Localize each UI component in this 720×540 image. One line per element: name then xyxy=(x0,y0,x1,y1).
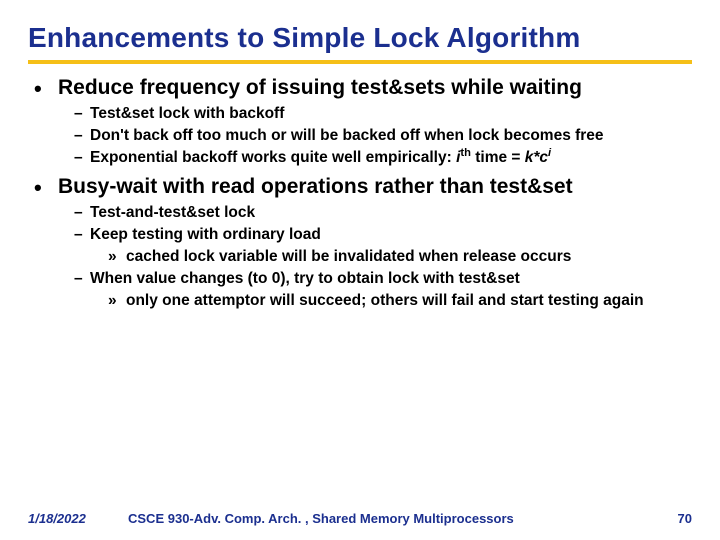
bullet-2-sub-2-detail-1: cached lock variable will be invalidated… xyxy=(108,248,692,267)
slide-title: Enhancements to Simple Lock Algorithm xyxy=(28,22,692,54)
slide: Enhancements to Simple Lock Algorithm Re… xyxy=(0,0,720,540)
superscript-i: i xyxy=(548,146,551,158)
bullet-1-sub-3: Exponential backoff works quite well emp… xyxy=(74,149,692,168)
slide-body: Reduce frequency of issuing test&sets wh… xyxy=(28,76,692,311)
text: time = xyxy=(471,149,525,166)
bullet-1-sub-1: Test&set lock with backoff xyxy=(74,105,692,124)
footer-course: CSCE 930-Adv. Comp. Arch. , Shared Memor… xyxy=(128,511,652,526)
footer-date: 1/18/2022 xyxy=(28,511,128,526)
bullet-2-sub-3: When value changes (to 0), try to obtain… xyxy=(74,270,692,289)
bullet-1-sub-2: Don't back off too much or will be backe… xyxy=(74,127,692,146)
bullet-2-sub-3-detail-1: only one attemptor will succeed; others … xyxy=(108,292,692,311)
superscript-th: th xyxy=(460,146,471,158)
title-underline xyxy=(28,60,692,64)
text: Exponential backoff works quite well emp… xyxy=(90,149,456,166)
bullet-2-sub-2: Keep testing with ordinary load xyxy=(74,226,692,245)
bullet-2: Busy-wait with read operations rather th… xyxy=(32,175,692,200)
footer: 1/18/2022 CSCE 930-Adv. Comp. Arch. , Sh… xyxy=(0,511,720,526)
bullet-1: Reduce frequency of issuing test&sets wh… xyxy=(32,76,692,101)
footer-page-number: 70 xyxy=(652,511,692,526)
var-kc: k*c xyxy=(525,149,548,166)
bullet-2-sub-1: Test-and-test&set lock xyxy=(74,204,692,223)
